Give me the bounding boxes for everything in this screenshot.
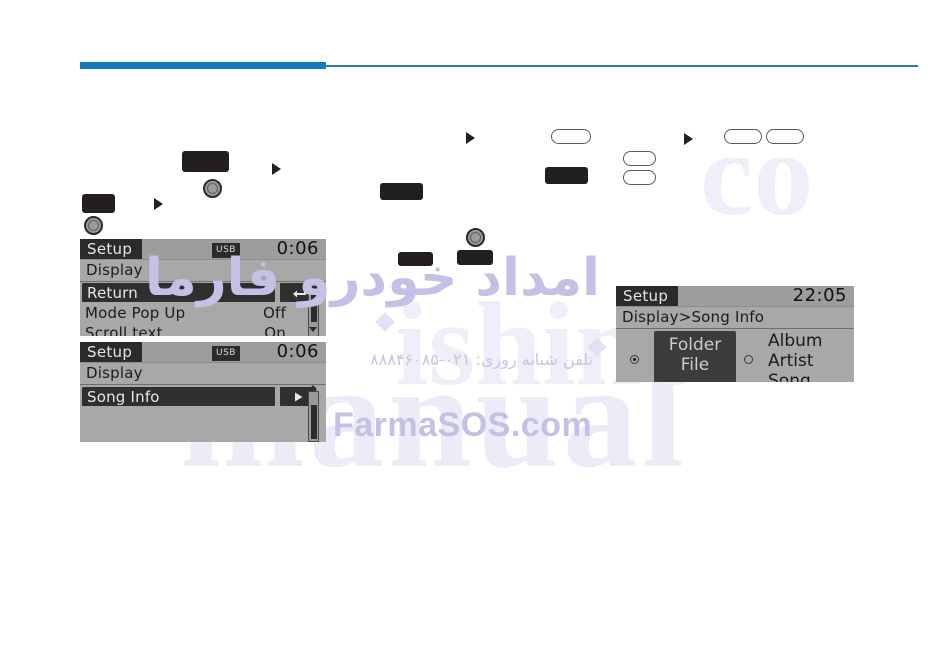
step-button-hollow-4[interactable] — [724, 129, 762, 144]
lcd2-scrollbar[interactable] — [308, 391, 319, 442]
step-button-3[interactable] — [380, 183, 423, 200]
option-song-label: Song — [768, 371, 811, 382]
step-button-1[interactable] — [182, 151, 229, 172]
lcd1-clock: 0:06 — [276, 239, 319, 259]
watermark-ghost-right: co — [700, 107, 814, 240]
step-arrow-icon-4 — [684, 133, 693, 145]
watermark-phone-farsi: تلفن شبانه روزی: ۰۲۱-۸۸۸۴۶۰۸۵ — [370, 350, 593, 369]
lcd-display-song-info-entry: Setup USB 0:06 Display Song Info — [80, 342, 326, 442]
step-arrow-icon-2 — [154, 198, 163, 210]
lcd1-row-scroll-text[interactable]: Scroll text On — [80, 323, 316, 336]
step-button-hollow-3[interactable] — [623, 170, 656, 185]
radio-album-artist-song-unselected[interactable] — [744, 355, 753, 364]
scroll-down-arrow-icon[interactable] — [309, 327, 317, 332]
watermark-diamond — [375, 312, 395, 332]
option-album-artist-song[interactable]: Album Artist Song — [768, 331, 822, 382]
option-folder-file[interactable]: Folder File — [654, 331, 736, 382]
step-arrow-icon-3 — [466, 132, 475, 144]
lcd1-scrollbar-thumb[interactable] — [310, 286, 317, 322]
option-folder-file-line1: Folder — [668, 335, 722, 355]
lcd2-scrollbar-thumb[interactable] — [310, 405, 317, 439]
step-button-hollow-1[interactable] — [551, 129, 591, 144]
rotary-knob-icon-2[interactable] — [84, 216, 103, 235]
lcd2-clock: 0:06 — [276, 342, 319, 362]
lcd2-row-song-info[interactable]: Song Info — [82, 387, 275, 406]
option-artist-label: Artist — [768, 351, 814, 371]
step-arrow-icon-1 — [272, 163, 281, 175]
lcd-display-setup-display-menu: Setup USB 0:06 Display Return Mode Pop U… — [80, 239, 326, 336]
lcd1-row-return-label: Return — [87, 284, 138, 302]
lcd1-title: Setup — [80, 239, 143, 259]
lcd-display-song-info-options: Setup 22:05 Display>Song Info Folder Fil… — [616, 286, 854, 382]
lcd2-title-bar: Setup USB 0:06 — [80, 342, 326, 363]
watermark-diamond — [587, 337, 607, 357]
lcd1-row-scroll-text-label: Scroll text — [85, 324, 163, 336]
option-folder-file-line2: File — [680, 355, 710, 375]
scroll-up-arrow-icon[interactable] — [309, 385, 317, 390]
usb-badge-icon: USB — [212, 346, 240, 361]
lcd1-row-mode-popup-label: Mode Pop Up — [85, 304, 186, 322]
lcd2-title: Setup — [80, 342, 143, 362]
option-album-label: Album — [768, 331, 823, 351]
lcd3-breadcrumb: Display>Song Info — [616, 307, 854, 329]
lcd1-row-mode-popup[interactable]: Mode Pop Up Off — [80, 303, 316, 323]
step-button-5[interactable] — [398, 252, 433, 266]
watermark-site-url: FarmaSOS.com — [333, 406, 593, 444]
lcd2-row-song-info-label: Song Info — [87, 388, 160, 406]
lcd2-breadcrumb: Display — [80, 363, 326, 385]
rotary-knob-icon-1[interactable] — [203, 179, 222, 198]
usb-badge-icon: USB — [212, 243, 240, 258]
lcd3-clock: 22:05 — [792, 286, 847, 306]
lcd1-breadcrumb: Display — [80, 260, 326, 282]
lcd3-title-bar: Setup 22:05 — [616, 286, 854, 307]
lcd1-row-scroll-text-value: On — [264, 324, 286, 336]
step-button-hollow-2[interactable] — [623, 151, 656, 166]
step-button-6[interactable] — [457, 250, 493, 265]
header-accent-bar — [80, 62, 326, 69]
radio-folder-file-selected[interactable] — [630, 355, 639, 364]
lcd3-title: Setup — [616, 286, 679, 306]
lcd1-row-return[interactable]: Return — [82, 283, 275, 302]
lcd1-title-bar: Setup USB 0:06 — [80, 239, 326, 260]
step-button-hollow-5[interactable] — [766, 129, 804, 144]
step-button-2[interactable] — [82, 194, 115, 213]
rotary-knob-icon-3[interactable] — [466, 228, 485, 247]
lcd1-row-mode-popup-value: Off — [263, 304, 286, 322]
step-button-4[interactable] — [545, 167, 588, 184]
header-rule-line — [326, 65, 918, 67]
